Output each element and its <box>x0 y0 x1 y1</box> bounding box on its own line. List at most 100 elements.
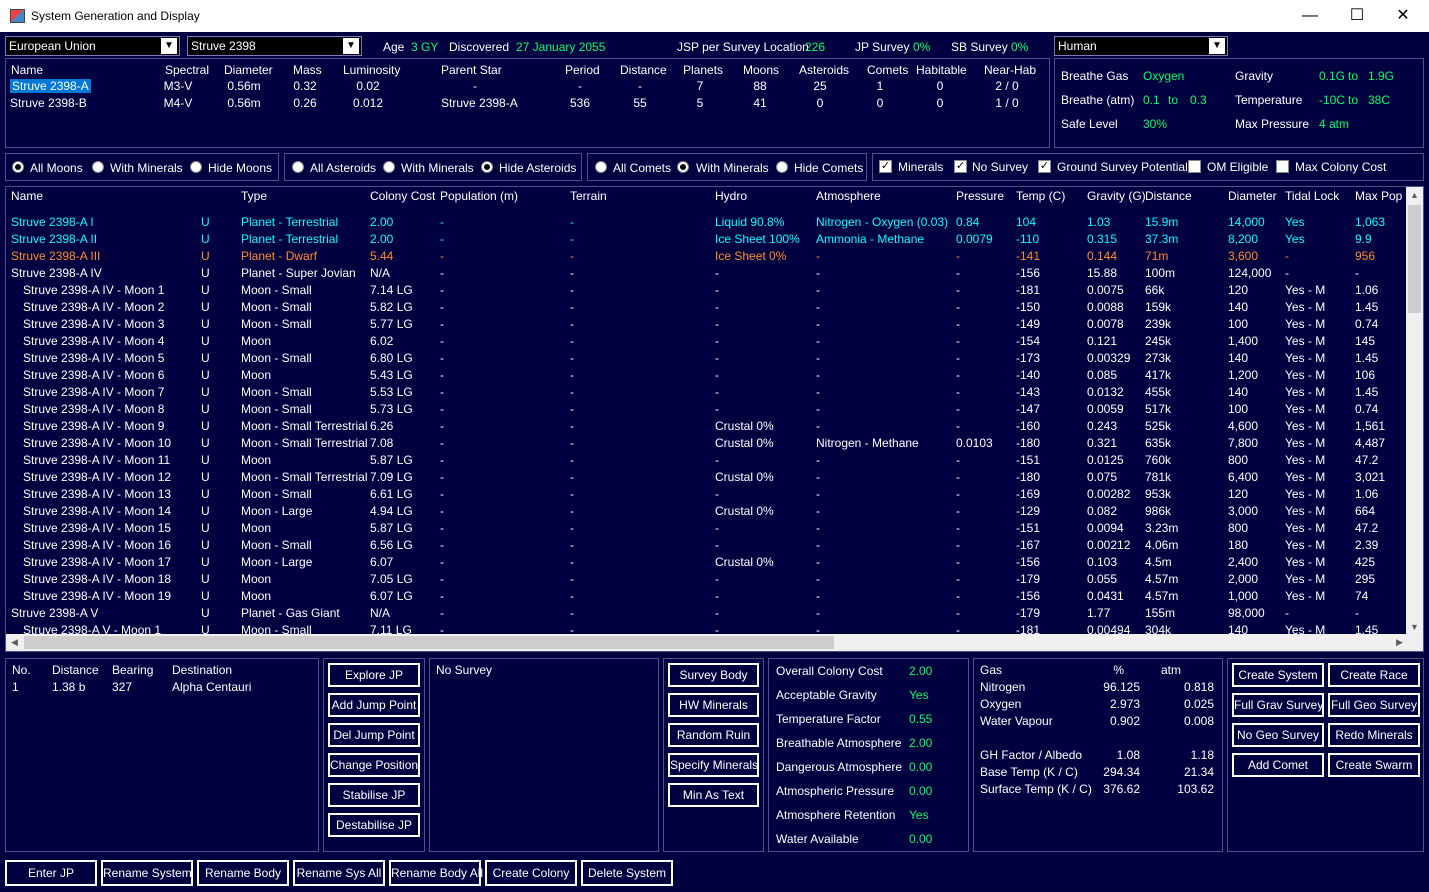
radio-moons-with-minerals[interactable] <box>92 161 104 173</box>
table-row[interactable]: Struve 2398-A IV - Moon 8 U Moon - Small 5.… <box>6 400 1406 417</box>
grid-column-header[interactable]: Terrain <box>570 189 607 203</box>
delete-system-button[interactable]: Delete System <box>581 860 673 886</box>
star-column-header[interactable]: Diameter <box>224 63 273 77</box>
rename-sys-all-button[interactable]: Rename Sys All <box>293 860 385 886</box>
create-swarm-button[interactable]: Create Swarm <box>1328 753 1420 777</box>
grid-column-header[interactable]: Diameter <box>1228 189 1277 203</box>
grid-column-header[interactable]: Tidal Lock <box>1285 189 1339 203</box>
jp-cell[interactable]: 1 <box>12 680 19 694</box>
star-column-header[interactable]: Name <box>11 63 43 77</box>
grid-column-header[interactable]: Name <box>11 189 43 203</box>
grid-column-header[interactable]: Max Pop <box>1355 189 1402 203</box>
scroll-up-arrow-icon[interactable]: ▲ <box>1406 187 1423 204</box>
radio-asteroids-with-minerals[interactable] <box>383 161 395 173</box>
empire-select[interactable]: European Union ▼ <box>5 36 180 56</box>
destabilise-jp-button[interactable]: Destabilise JP <box>328 813 420 837</box>
star-column-header[interactable]: Near-Hab <box>984 63 1036 77</box>
table-row[interactable]: Struve 2398-A IV - Moon 15 U Moon 5.87 LG - -… <box>6 519 1406 536</box>
star-column-header[interactable]: Habitable <box>916 63 967 77</box>
minimize-button[interactable]: — <box>1287 0 1333 32</box>
table-row[interactable]: Struve 2398-A V U Planet - Gas Giant N/A - - -… <box>6 604 1406 621</box>
table-row[interactable]: Struve 2398-A I U Planet - Terrestrial 2.00… <box>6 213 1406 230</box>
jp-cell[interactable]: Alpha Centauri <box>172 680 251 694</box>
full-geo-survey-button[interactable]: Full Geo Survey <box>1328 693 1420 717</box>
vertical-scroll-thumb[interactable] <box>1408 205 1421 313</box>
table-row[interactable]: Struve 2398-A IV - Moon 14 U Moon - Large 4… <box>6 502 1406 519</box>
grid-column-header[interactable]: Hydro <box>715 189 747 203</box>
table-row[interactable]: Struve 2398-A II U Planet - Terrestrial 2.0… <box>6 230 1406 247</box>
table-row[interactable]: Struve 2398-A IV - Moon 18 U Moon 7.05 LG - -… <box>6 570 1406 587</box>
minerals-checkbox[interactable]: ✓ <box>879 160 892 173</box>
grid-column-header[interactable]: Temp (C) <box>1016 189 1065 203</box>
radio-hide-asteroids[interactable] <box>481 161 493 173</box>
race-select[interactable]: Human ▼ <box>1054 36 1228 56</box>
horizontal-scrollbar[interactable]: ◀ ▶ <box>6 634 1408 651</box>
add-comet-button[interactable]: Add Comet <box>1232 753 1324 777</box>
hw-minerals-button[interactable]: HW Minerals <box>668 693 759 717</box>
grid-column-header[interactable]: Pressure <box>956 189 1004 203</box>
radio-all-moons[interactable] <box>12 161 24 173</box>
no-survey-checkbox[interactable]: ✓ <box>954 160 967 173</box>
table-row[interactable]: Struve 2398-A IV - Moon 13 U Moon - Small 6… <box>6 485 1406 502</box>
radio-comets-with-minerals[interactable] <box>677 161 689 173</box>
star-column-header[interactable]: Planets <box>683 63 723 77</box>
random-ruin-button[interactable]: Random Ruin <box>668 723 759 747</box>
table-row[interactable]: Struve 2398-A IV - Moon 5 U Moon - Small 6.… <box>6 349 1406 366</box>
rename-body-button[interactable]: Rename Body <box>197 860 289 886</box>
ground-survey-checkbox[interactable]: ✓ <box>1038 160 1051 173</box>
table-row[interactable]: Struve 2398-A IV - Moon 16 U Moon - Small 6… <box>6 536 1406 553</box>
add-jump-point-button[interactable]: Add Jump Point <box>328 693 420 717</box>
table-row[interactable]: Struve 2398-A IV - Moon 7 U Moon - Small 5.… <box>6 383 1406 400</box>
table-row[interactable]: Struve 2398-A IV - Moon 11 U Moon 5.87 LG - -… <box>6 451 1406 468</box>
change-position-button[interactable]: Change Position <box>328 753 420 777</box>
jp-cell[interactable]: 327 <box>112 680 132 694</box>
grid-column-header[interactable]: Colony Cost <box>370 189 435 203</box>
full-grav-survey-button[interactable]: Full Grav Survey <box>1232 693 1324 717</box>
del-jump-point-button[interactable]: Del Jump Point <box>328 723 420 747</box>
grid-column-header[interactable]: Gravity (G) <box>1087 189 1146 203</box>
create-system-button[interactable]: Create System <box>1232 663 1324 687</box>
create-colony-button[interactable]: Create Colony <box>485 860 577 886</box>
max-colony-cost-checkbox[interactable] <box>1276 160 1289 173</box>
no-geo-survey-button[interactable]: No Geo Survey <box>1232 723 1324 747</box>
star-column-header[interactable]: Comets <box>867 63 908 77</box>
grid-column-header[interactable]: Population (m) <box>440 189 518 203</box>
maximize-button[interactable]: ☐ <box>1334 0 1380 32</box>
table-row[interactable]: Struve 2398-A IV - Moon 17 U Moon - Large 6… <box>6 553 1406 570</box>
rename-body-all-button[interactable]: Rename Body All <box>389 860 483 886</box>
table-row[interactable]: Struve 2398-A III U Planet - Dwarf 5.44 - - Ic… <box>6 247 1406 264</box>
star-name-cell[interactable]: Struve 2398-A <box>10 79 91 93</box>
star-column-header[interactable]: Distance <box>620 63 667 77</box>
survey-body-button[interactable]: Survey Body <box>668 663 759 687</box>
radio-all-asteroids[interactable] <box>292 161 304 173</box>
table-row[interactable]: Struve 2398-A IV - Moon 2 U Moon - Small 5.… <box>6 298 1406 315</box>
table-row[interactable]: Struve 2398-A IV U Planet - Super Jovian N/… <box>6 264 1406 281</box>
star-column-header[interactable]: Moons <box>743 63 779 77</box>
radio-hide-comets[interactable] <box>776 161 788 173</box>
scroll-left-arrow-icon[interactable]: ◀ <box>6 634 23 651</box>
om-eligible-checkbox[interactable] <box>1188 160 1201 173</box>
table-row[interactable]: Struve 2398-A IV - Moon 3 U Moon - Small 5.… <box>6 315 1406 332</box>
star-column-header[interactable]: Luminosity <box>343 63 400 77</box>
star-column-header[interactable]: Spectral <box>165 63 209 77</box>
grid-column-header[interactable]: Distance <box>1145 189 1192 203</box>
table-row[interactable]: Struve 2398-A IV - Moon 12 U Moon - Small … <box>6 468 1406 485</box>
horizontal-scroll-thumb[interactable] <box>24 636 834 649</box>
system-bodies-grid[interactable]: Name Type Colony Cost Population (m) Terrain… <box>5 186 1424 652</box>
table-row[interactable]: Struve 2398-A IV - Moon 19 U Moon 6.07 LG - -… <box>6 587 1406 604</box>
star-column-header[interactable]: Mass <box>293 63 322 77</box>
rename-system-button[interactable]: Rename System <box>101 860 193 886</box>
enter-jp-button[interactable]: Enter JP <box>5 860 97 886</box>
table-row[interactable]: Struve 2398-A IV - Moon 10 U Moon - Small … <box>6 434 1406 451</box>
stabilise-jp-button[interactable]: Stabilise JP <box>328 783 420 807</box>
jump-point-list[interactable]: No. Distance Bearing Destination 1 1.38 b 327 A… <box>5 658 319 852</box>
vertical-scrollbar[interactable]: ▲ ▼ <box>1406 187 1423 636</box>
system-select[interactable]: Struve 2398 ▼ <box>187 36 362 56</box>
star-column-header[interactable]: Parent Star <box>441 63 502 77</box>
grid-column-header[interactable]: Atmosphere <box>816 189 881 203</box>
min-as-text-button[interactable]: Min As Text <box>668 783 759 807</box>
table-row[interactable]: Struve 2398-A IV - Moon 4 U Moon 6.02 - - - - - -… <box>6 332 1406 349</box>
radio-all-comets[interactable] <box>595 161 607 173</box>
star-column-header[interactable]: Asteroids <box>799 63 849 77</box>
redo-minerals-button[interactable]: Redo Minerals <box>1328 723 1420 747</box>
